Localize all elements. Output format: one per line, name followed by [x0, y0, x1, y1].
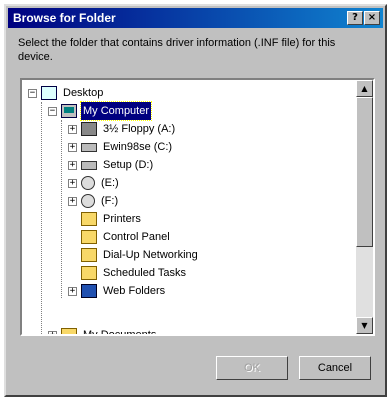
close-button[interactable]: × — [364, 11, 380, 25]
expand-icon[interactable]: + — [68, 124, 77, 134]
hard-drive-icon — [81, 160, 97, 170]
tree-item-label: 3½ Floppy (A:) — [103, 123, 176, 135]
tree-item-label: Ewin98se (C:) — [103, 141, 173, 153]
floppy-drive-icon — [81, 122, 97, 136]
tree-item-my-documents[interactable]: + My Documents — [48, 326, 158, 334]
expand-icon[interactable]: + — [68, 196, 77, 206]
tree-item-control-panel[interactable]: Control Panel — [81, 228, 172, 246]
help-button[interactable]: ? — [347, 11, 363, 25]
printers-folder-icon — [81, 212, 97, 226]
tree-item-web-folders[interactable]: + Web Folders — [68, 282, 167, 300]
tree-item-floppy[interactable]: + 3½ Floppy (A:) — [68, 120, 177, 138]
cd-drive-icon — [81, 194, 95, 208]
tree-item-label: Scheduled Tasks — [103, 267, 186, 279]
cancel-button[interactable]: Cancel — [299, 356, 371, 380]
window-title: Browse for Folder — [13, 11, 116, 25]
ok-button[interactable]: OK — [216, 356, 288, 380]
tree-item-label: Dial-Up Networking — [103, 249, 198, 261]
folder-tree-view[interactable]: − Desktop − My Computer + 3½ Floppy (A:)… — [20, 78, 375, 336]
tree-item-drive-f[interactable]: + (F:) — [68, 192, 120, 210]
expand-icon[interactable]: + — [68, 142, 77, 152]
dial-up-networking-folder-icon — [81, 248, 97, 262]
scheduled-tasks-folder-icon — [81, 266, 97, 280]
my-computer-icon — [61, 104, 77, 118]
tree-item-scheduled-tasks[interactable]: Scheduled Tasks — [81, 264, 188, 282]
folder-tree: − Desktop − My Computer + 3½ Floppy (A:)… — [22, 80, 356, 334]
tree-item-label: (F:) — [101, 195, 119, 207]
expand-icon[interactable]: + — [68, 160, 77, 170]
tree-item-printers[interactable]: Printers — [81, 210, 143, 228]
title-bar[interactable]: Browse for Folder ? × — [8, 8, 383, 28]
tree-item-drive-d[interactable]: + Setup (D:) — [68, 156, 155, 174]
browse-for-folder-dialog: Browse for Folder ? × Select the folder … — [4, 4, 387, 397]
collapse-icon[interactable]: − — [48, 106, 57, 116]
tree-item-label: Setup (D:) — [103, 159, 154, 171]
tree-item-label: Desktop — [63, 87, 104, 99]
tree-item-label: My Documents — [81, 326, 158, 334]
scroll-up-button[interactable]: ▲ — [356, 80, 373, 97]
tree-item-drive-c[interactable]: + Ewin98se (C:) — [68, 138, 174, 156]
instruction-text: Select the folder that contains driver i… — [18, 37, 336, 63]
expand-icon[interactable]: + — [48, 330, 57, 334]
tree-item-label: Printers — [103, 213, 141, 225]
expand-icon[interactable]: + — [68, 286, 77, 296]
scroll-down-button[interactable]: ▼ — [356, 317, 373, 334]
expand-icon[interactable]: + — [68, 178, 77, 188]
scrollbar-thumb[interactable] — [356, 97, 373, 247]
tree-item-label: Control Panel — [103, 231, 170, 243]
tree-item-label: (E:) — [101, 177, 119, 189]
tree-item-desktop[interactable]: − Desktop — [28, 84, 105, 102]
web-folders-icon — [81, 284, 97, 298]
tree-item-my-computer[interactable]: − My Computer — [48, 101, 153, 121]
tree-item-drive-e[interactable]: + (E:) — [68, 174, 121, 192]
tree-item-label: Web Folders — [103, 285, 166, 297]
vertical-scrollbar[interactable]: ▲ ▼ — [356, 80, 373, 334]
desktop-icon — [41, 86, 57, 100]
hard-drive-icon — [81, 142, 97, 152]
collapse-icon[interactable]: − — [28, 88, 37, 98]
tree-item-label: My Computer — [79, 101, 153, 121]
cd-drive-icon — [81, 176, 95, 190]
my-documents-icon — [61, 328, 77, 334]
tree-item-dial-up-networking[interactable]: Dial-Up Networking — [81, 246, 200, 264]
control-panel-folder-icon — [81, 230, 97, 244]
